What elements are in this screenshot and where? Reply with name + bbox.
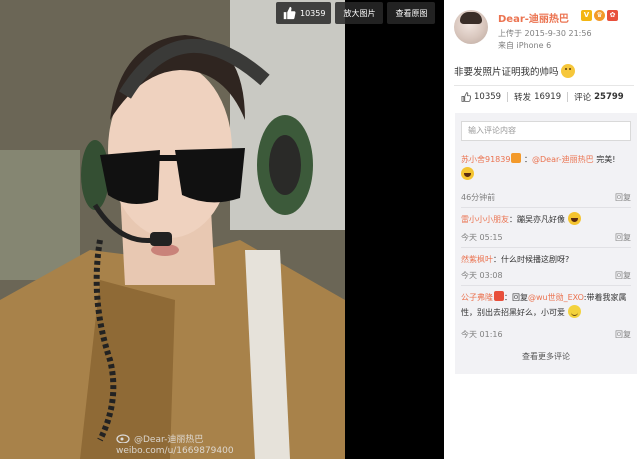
comment-prefix: ：回复 [504, 293, 528, 302]
comment-mention[interactable]: @wu世勋_EXO [528, 293, 584, 302]
verified-badge-icon[interactable]: V [581, 10, 592, 21]
thumbs-up-icon [283, 6, 296, 20]
comments-section: 输入评论内容 苏小舍91839 ：@Dear-迪丽热巴 完美! 46分钟前 回复… [455, 113, 637, 374]
upload-time: 上传于 2015-9-30 21:56 [498, 29, 592, 38]
stat-reposts[interactable]: 转发 16919 [514, 91, 561, 103]
divider [454, 85, 634, 86]
more-comments-link[interactable]: 查看更多评论 [455, 351, 637, 362]
laugh-emoji-icon [461, 167, 474, 180]
comment-input[interactable]: 输入评论内容 [461, 121, 631, 141]
comment-user[interactable]: 苏小舍91839 [461, 155, 510, 164]
like-button[interactable]: 10359 [276, 2, 332, 24]
comment-time: 46分钟前 [461, 193, 496, 202]
view-original-button[interactable]: 查看原图 [387, 2, 436, 24]
comment-time: 今天 03:08 [461, 271, 503, 280]
comment-text: 完美! [593, 155, 616, 164]
comment-item: 苏小舍91839 ：@Dear-迪丽热巴 完美! [461, 152, 633, 182]
comment-mention[interactable]: @Dear-迪丽热巴 [532, 155, 594, 164]
watermark-url: weibo.com/u/1669879400 [116, 446, 234, 456]
smile-emoji-icon [567, 305, 581, 318]
laugh-emoji-icon [567, 212, 581, 225]
user-header: Dear-迪丽热巴 V ♛ ✿ 上传于 2015-9-30 21:56 来自 i… [454, 6, 634, 56]
post-stats: 10359 转发 16919 评论 25799 [461, 91, 624, 103]
stat-separator [507, 92, 509, 102]
photo-panel: 10359 放大图片 查看原图 @Dear-迪丽热巴 weibo.com/u/1… [0, 0, 444, 459]
comment-user[interactable]: 公子弗隆 [461, 293, 493, 302]
comment-time: 今天 01:16 [461, 330, 503, 339]
comment-time: 今天 05:15 [461, 233, 503, 242]
gift-badge-icon [494, 291, 504, 301]
upload-device: 来自 iPhone 6 [498, 41, 552, 50]
comment-user[interactable]: 然紫枫叶 [461, 255, 493, 264]
reply-button[interactable]: 回复 [615, 232, 631, 243]
avatar[interactable] [454, 10, 488, 44]
reply-button[interactable]: 回复 [615, 192, 631, 203]
post-text-body: 非要发照片证明我的帅吗 [454, 67, 559, 78]
comment-item: 公子弗隆 ：回复@wu世勋_EXO:带着我家属性，别出去招黑好么，小可爱 [461, 290, 633, 320]
comment-divider [461, 247, 631, 248]
post-text: 非要发照片证明我的帅吗 [454, 64, 575, 78]
repost-label: 转发 [514, 93, 532, 103]
stat-separator [567, 92, 569, 102]
vip-crown-icon [511, 153, 522, 163]
comment-divider [461, 207, 631, 208]
photo-illustration [0, 0, 345, 459]
photo-toolbar: 10359 放大图片 查看原图 [276, 2, 436, 24]
reposts-count: 16919 [534, 92, 562, 102]
username-link[interactable]: Dear-迪丽热巴 [498, 10, 569, 25]
enlarge-image-button[interactable]: 放大图片 [335, 2, 384, 24]
comment-text: ：什么时候播这剧呀? [493, 255, 570, 264]
comment-user[interactable]: 雷小小小朋友 [461, 215, 509, 224]
comment-item: 然紫枫叶：什么时候播这剧呀? [461, 252, 633, 267]
comment-label: 评论 [574, 93, 592, 103]
weibo-watermark: @Dear-迪丽热巴 weibo.com/u/1669879400 [116, 433, 234, 457]
weibo-logo-icon [116, 434, 130, 443]
vip-crown-icon[interactable]: ♛ [594, 10, 605, 21]
cat-emoji-icon [560, 64, 575, 78]
reply-button[interactable]: 回复 [615, 329, 631, 340]
thumbs-up-icon [461, 92, 471, 102]
reply-button[interactable]: 回复 [615, 270, 631, 281]
user-badges: V ♛ ✿ [581, 10, 618, 21]
post-photo[interactable] [0, 0, 345, 459]
stat-likes[interactable]: 10359 [461, 92, 501, 102]
stat-comments[interactable]: 评论 25799 [574, 91, 624, 103]
gift-badge-icon[interactable]: ✿ [607, 10, 618, 21]
likes-count: 10359 [474, 92, 502, 102]
comment-divider [461, 285, 631, 286]
comment-text: ：蹦吴亦凡好像 [509, 215, 565, 224]
like-count: 10359 [300, 8, 326, 18]
comment-item: 雷小小小朋友：蹦吴亦凡好像 [461, 212, 633, 227]
comments-count: 25799 [594, 92, 624, 102]
watermark-handle: @Dear-迪丽热巴 [134, 435, 204, 445]
